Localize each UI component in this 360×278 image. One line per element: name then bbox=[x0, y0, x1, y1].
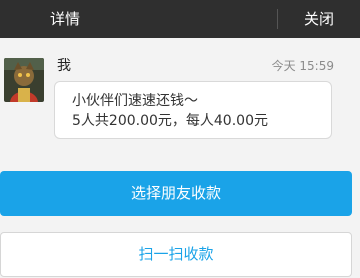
message-timestamp: 今天 15:59 bbox=[271, 59, 334, 73]
close-button[interactable]: 关闭 bbox=[304, 9, 334, 29]
scan-to-collect-button[interactable]: 扫一扫收款 bbox=[0, 232, 352, 277]
avatar[interactable] bbox=[4, 58, 44, 102]
sender-name: 我 bbox=[57, 58, 71, 74]
message-line-2: 5人共200.00元，每人40.00元 bbox=[72, 113, 268, 129]
select-friends-button[interactable]: 选择朋友收款 bbox=[0, 171, 352, 216]
title-bar-divider bbox=[277, 9, 278, 29]
message-line-1: 小伙伴们速速还钱～ bbox=[72, 93, 198, 109]
title-bar: 详情 关闭 bbox=[0, 0, 360, 38]
avatar-image bbox=[4, 58, 44, 102]
page-title: 详情 bbox=[50, 10, 81, 28]
message-bubble: 小伙伴们速速还钱～ 5人共200.00元，每人40.00元 bbox=[54, 81, 332, 139]
